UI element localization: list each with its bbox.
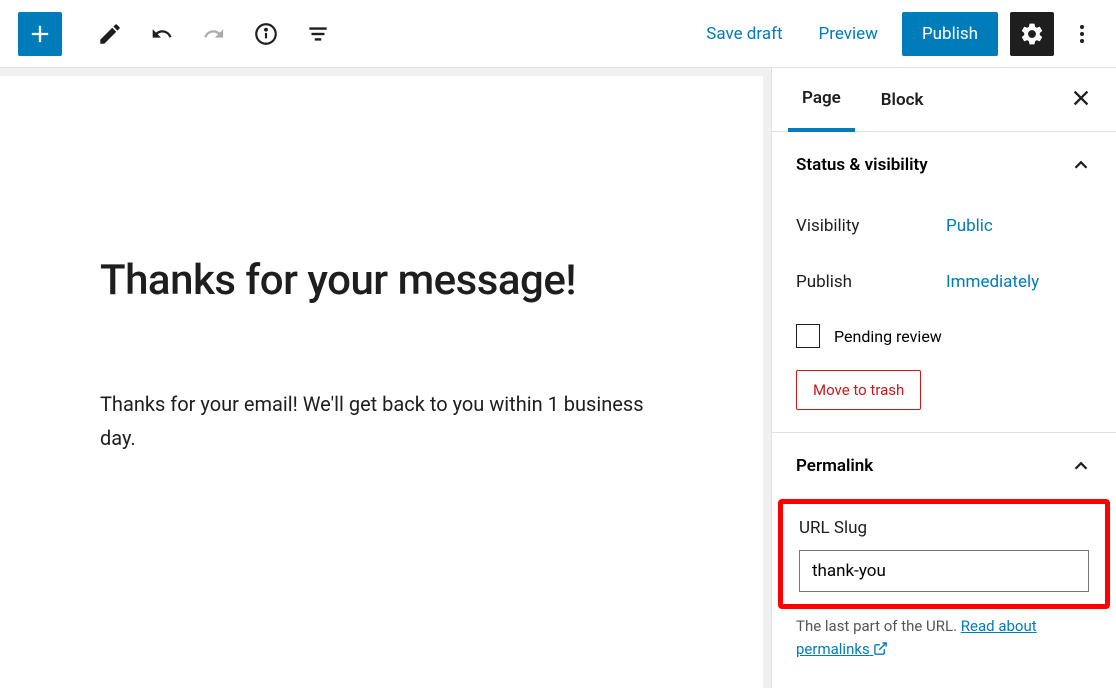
save-draft-button[interactable]: Save draft — [694, 14, 794, 54]
chevron-up-icon — [1070, 154, 1092, 176]
visibility-label: Visibility — [796, 216, 946, 236]
gear-icon — [1019, 21, 1045, 47]
sidebar-tabs: Page Block — [772, 68, 1116, 132]
chevron-up-icon — [1070, 455, 1092, 477]
visibility-row: Visibility Public — [796, 198, 1092, 254]
close-icon — [1070, 87, 1092, 109]
status-visibility-panel: Status & visibility Visibility Public Pu… — [772, 132, 1116, 433]
redo-icon — [201, 21, 227, 47]
publish-button[interactable]: Publish — [902, 12, 998, 56]
pencil-icon — [97, 21, 123, 47]
redo-button[interactable] — [192, 12, 236, 56]
document[interactable]: Thanks for your message! Thanks for your… — [0, 76, 763, 688]
permalink-title: Permalink — [796, 456, 873, 476]
status-visibility-body: Visibility Public Publish Immediately Pe… — [772, 198, 1116, 432]
permalink-panel: Permalink URL Slug The last part of the … — [772, 433, 1116, 660]
tab-page[interactable]: Page — [788, 69, 855, 132]
move-to-trash-button[interactable]: Move to trash — [796, 370, 921, 410]
external-link-icon — [873, 641, 888, 656]
info-button[interactable] — [244, 12, 288, 56]
pending-review-checkbox[interactable] — [796, 324, 820, 348]
publish-row: Publish Immediately — [796, 254, 1092, 310]
publish-value[interactable]: Immediately — [946, 272, 1039, 292]
settings-button[interactable] — [1010, 12, 1054, 56]
editor-canvas: Thanks for your message! Thanks for your… — [0, 68, 771, 688]
main-area: Thanks for your message! Thanks for your… — [0, 68, 1116, 688]
post-title[interactable]: Thanks for your message! — [100, 256, 663, 305]
undo-icon — [149, 21, 175, 47]
url-slug-highlight: URL Slug — [778, 499, 1110, 609]
settings-sidebar: Page Block Status & visibility Visibilit… — [771, 68, 1116, 688]
url-slug-label: URL Slug — [799, 518, 1089, 538]
info-icon — [253, 21, 279, 47]
more-options-button[interactable] — [1066, 12, 1098, 56]
pending-review-row: Pending review — [796, 310, 1092, 370]
plus-icon — [26, 20, 54, 48]
permalink-help-text: The last part of the URL. Read about per… — [772, 609, 1116, 660]
tab-block[interactable]: Block — [867, 68, 938, 131]
outline-button[interactable] — [296, 12, 340, 56]
permalink-help-prefix: The last part of the URL. — [796, 617, 961, 635]
permalink-header[interactable]: Permalink — [772, 433, 1116, 499]
post-body[interactable]: Thanks for your email! We'll get back to… — [100, 387, 663, 455]
preview-button[interactable]: Preview — [807, 14, 890, 54]
toolbar-right: Save draft Preview Publish — [694, 12, 1098, 56]
url-slug-input[interactable] — [799, 550, 1089, 592]
outline-icon — [305, 21, 331, 47]
publish-label: Publish — [796, 272, 946, 292]
status-visibility-title: Status & visibility — [796, 155, 928, 175]
close-sidebar-button[interactable] — [1070, 87, 1100, 113]
pending-review-label: Pending review — [834, 327, 942, 346]
undo-button[interactable] — [140, 12, 184, 56]
status-visibility-header[interactable]: Status & visibility — [772, 132, 1116, 198]
toolbar-left — [18, 12, 340, 56]
editor-toolbar: Save draft Preview Publish — [0, 0, 1116, 68]
edit-mode-button[interactable] — [88, 12, 132, 56]
visibility-value[interactable]: Public — [946, 216, 993, 236]
more-vertical-icon — [1070, 22, 1094, 46]
add-block-button[interactable] — [18, 12, 62, 56]
